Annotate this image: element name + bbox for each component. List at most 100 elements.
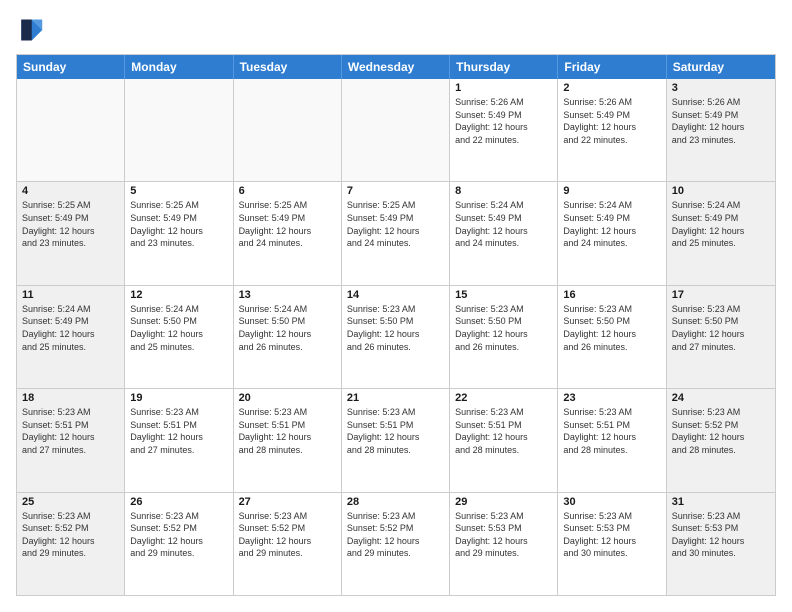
day-number: 10 — [672, 185, 770, 197]
cell-info: Sunrise: 5:23 AM Sunset: 5:51 PM Dayligh… — [455, 406, 552, 456]
calendar-week-5: 25Sunrise: 5:23 AM Sunset: 5:52 PM Dayli… — [17, 492, 775, 595]
table-row: 5Sunrise: 5:25 AM Sunset: 5:49 PM Daylig… — [125, 182, 233, 284]
cell-info: Sunrise: 5:23 AM Sunset: 5:53 PM Dayligh… — [455, 510, 552, 560]
table-row: 7 Sunrise: 5:25 AM Sunset: 5:49 PM Daylig… — [342, 182, 450, 284]
day-number: 31 — [672, 496, 770, 508]
table-row — [234, 79, 342, 181]
table-row: 30 Sunrise: 5:23 AM Sunset: 5:53 PM Dayli… — [558, 493, 666, 595]
table-row: 24 Sunrise: 5:23 AM Sunset: 5:52 PM Dayli… — [667, 389, 775, 491]
day-number: 19 — [130, 392, 227, 404]
table-row: 4Sunrise: 5:25 AM Sunset: 5:49 PM Daylig… — [17, 182, 125, 284]
header — [16, 16, 776, 44]
day-number: 21 — [347, 392, 444, 404]
table-row: 6 Sunrise: 5:25 AM Sunset: 5:49 PM Daylig… — [234, 182, 342, 284]
cell-info: Sunrise: 5:26 AM Sunset: 5:49 PM Dayligh… — [672, 96, 770, 146]
calendar-body: 1Sunrise: 5:26 AM Sunset: 5:49 PM Daylig… — [17, 79, 775, 595]
cell-info: Sunrise: 5:23 AM Sunset: 5:52 PM Dayligh… — [347, 510, 444, 560]
cell-info: Sunrise: 5:24 AM Sunset: 5:49 PM Dayligh… — [455, 199, 552, 249]
cell-info: Sunrise: 5:23 AM Sunset: 5:50 PM Dayligh… — [563, 303, 660, 353]
table-row: 10 Sunrise: 5:24 AM Sunset: 5:49 PM Dayli… — [667, 182, 775, 284]
day-number: 7 — [347, 185, 444, 197]
table-row: 16 Sunrise: 5:23 AM Sunset: 5:50 PM Dayli… — [558, 286, 666, 388]
day-number: 24 — [672, 392, 770, 404]
day-number: 15 — [455, 289, 552, 301]
cell-info: Sunrise: 5:23 AM Sunset: 5:52 PM Dayligh… — [672, 406, 770, 456]
table-row: 3 Sunrise: 5:26 AM Sunset: 5:49 PM Daylig… — [667, 79, 775, 181]
day-number: 11 — [22, 289, 119, 301]
day-header-thursday: Thursday — [450, 55, 558, 79]
day-header-wednesday: Wednesday — [342, 55, 450, 79]
table-row: 27Sunrise: 5:23 AM Sunset: 5:52 PM Dayli… — [234, 493, 342, 595]
calendar: SundayMondayTuesdayWednesdayThursdayFrid… — [16, 54, 776, 596]
table-row: 13Sunrise: 5:24 AM Sunset: 5:50 PM Dayli… — [234, 286, 342, 388]
day-number: 29 — [455, 496, 552, 508]
calendar-week-3: 11 Sunrise: 5:24 AM Sunset: 5:49 PM Dayli… — [17, 285, 775, 388]
page: SundayMondayTuesdayWednesdayThursdayFrid… — [0, 0, 792, 612]
day-number: 17 — [672, 289, 770, 301]
day-header-tuesday: Tuesday — [234, 55, 342, 79]
table-row: 31 Sunrise: 5:23 AM Sunset: 5:53 PM Dayli… — [667, 493, 775, 595]
cell-info: Sunrise: 5:25 AM Sunset: 5:49 PM Dayligh… — [130, 199, 227, 249]
cell-info: Sunrise: 5:24 AM Sunset: 5:50 PM Dayligh… — [130, 303, 227, 353]
day-number: 26 — [130, 496, 227, 508]
table-row: 18Sunrise: 5:23 AM Sunset: 5:51 PM Dayli… — [17, 389, 125, 491]
cell-info: Sunrise: 5:23 AM Sunset: 5:51 PM Dayligh… — [130, 406, 227, 456]
day-header-sunday: Sunday — [17, 55, 125, 79]
table-row: 15 Sunrise: 5:23 AM Sunset: 5:50 PM Dayli… — [450, 286, 558, 388]
table-row: 11 Sunrise: 5:24 AM Sunset: 5:49 PM Dayli… — [17, 286, 125, 388]
calendar-week-4: 18Sunrise: 5:23 AM Sunset: 5:51 PM Dayli… — [17, 388, 775, 491]
table-row: 17Sunrise: 5:23 AM Sunset: 5:50 PM Dayli… — [667, 286, 775, 388]
table-row — [125, 79, 233, 181]
calendar-header-row: SundayMondayTuesdayWednesdayThursdayFrid… — [17, 55, 775, 79]
table-row: 25Sunrise: 5:23 AM Sunset: 5:52 PM Dayli… — [17, 493, 125, 595]
cell-info: Sunrise: 5:24 AM Sunset: 5:49 PM Dayligh… — [563, 199, 660, 249]
day-number: 12 — [130, 289, 227, 301]
table-row — [342, 79, 450, 181]
day-number: 30 — [563, 496, 660, 508]
logo — [16, 16, 48, 44]
cell-info: Sunrise: 5:26 AM Sunset: 5:49 PM Dayligh… — [455, 96, 552, 146]
day-number: 6 — [239, 185, 336, 197]
cell-info: Sunrise: 5:24 AM Sunset: 5:49 PM Dayligh… — [22, 303, 119, 353]
cell-info: Sunrise: 5:26 AM Sunset: 5:49 PM Dayligh… — [563, 96, 660, 146]
cell-info: Sunrise: 5:24 AM Sunset: 5:50 PM Dayligh… — [239, 303, 336, 353]
day-number: 8 — [455, 185, 552, 197]
day-number: 16 — [563, 289, 660, 301]
cell-info: Sunrise: 5:25 AM Sunset: 5:49 PM Dayligh… — [22, 199, 119, 249]
cell-info: Sunrise: 5:23 AM Sunset: 5:52 PM Dayligh… — [130, 510, 227, 560]
table-row: 26 Sunrise: 5:23 AM Sunset: 5:52 PM Dayli… — [125, 493, 233, 595]
table-row: 29 Sunrise: 5:23 AM Sunset: 5:53 PM Dayli… — [450, 493, 558, 595]
cell-info: Sunrise: 5:23 AM Sunset: 5:51 PM Dayligh… — [347, 406, 444, 456]
table-row: 2 Sunrise: 5:26 AM Sunset: 5:49 PM Daylig… — [558, 79, 666, 181]
day-number: 28 — [347, 496, 444, 508]
table-row: 22 Sunrise: 5:23 AM Sunset: 5:51 PM Dayli… — [450, 389, 558, 491]
day-number: 22 — [455, 392, 552, 404]
cell-info: Sunrise: 5:23 AM Sunset: 5:52 PM Dayligh… — [22, 510, 119, 560]
table-row: 19 Sunrise: 5:23 AM Sunset: 5:51 PM Dayli… — [125, 389, 233, 491]
cell-info: Sunrise: 5:23 AM Sunset: 5:50 PM Dayligh… — [347, 303, 444, 353]
table-row: 8 Sunrise: 5:24 AM Sunset: 5:49 PM Daylig… — [450, 182, 558, 284]
cell-info: Sunrise: 5:23 AM Sunset: 5:50 PM Dayligh… — [455, 303, 552, 353]
calendar-week-2: 4Sunrise: 5:25 AM Sunset: 5:49 PM Daylig… — [17, 181, 775, 284]
day-header-friday: Friday — [558, 55, 666, 79]
table-row: 20Sunrise: 5:23 AM Sunset: 5:51 PM Dayli… — [234, 389, 342, 491]
cell-info: Sunrise: 5:23 AM Sunset: 5:53 PM Dayligh… — [563, 510, 660, 560]
cell-info: Sunrise: 5:23 AM Sunset: 5:53 PM Dayligh… — [672, 510, 770, 560]
day-number: 23 — [563, 392, 660, 404]
day-number: 9 — [563, 185, 660, 197]
day-number: 14 — [347, 289, 444, 301]
cell-info: Sunrise: 5:23 AM Sunset: 5:51 PM Dayligh… — [239, 406, 336, 456]
table-row: 14 Sunrise: 5:23 AM Sunset: 5:50 PM Dayli… — [342, 286, 450, 388]
table-row: 21 Sunrise: 5:23 AM Sunset: 5:51 PM Dayli… — [342, 389, 450, 491]
day-number: 3 — [672, 82, 770, 94]
cell-info: Sunrise: 5:25 AM Sunset: 5:49 PM Dayligh… — [347, 199, 444, 249]
cell-info: Sunrise: 5:23 AM Sunset: 5:52 PM Dayligh… — [239, 510, 336, 560]
day-header-saturday: Saturday — [667, 55, 775, 79]
day-number: 2 — [563, 82, 660, 94]
cell-info: Sunrise: 5:25 AM Sunset: 5:49 PM Dayligh… — [239, 199, 336, 249]
table-row: 12 Sunrise: 5:24 AM Sunset: 5:50 PM Dayli… — [125, 286, 233, 388]
table-row — [17, 79, 125, 181]
cell-info: Sunrise: 5:24 AM Sunset: 5:49 PM Dayligh… — [672, 199, 770, 249]
table-row: 1Sunrise: 5:26 AM Sunset: 5:49 PM Daylig… — [450, 79, 558, 181]
table-row: 23Sunrise: 5:23 AM Sunset: 5:51 PM Dayli… — [558, 389, 666, 491]
